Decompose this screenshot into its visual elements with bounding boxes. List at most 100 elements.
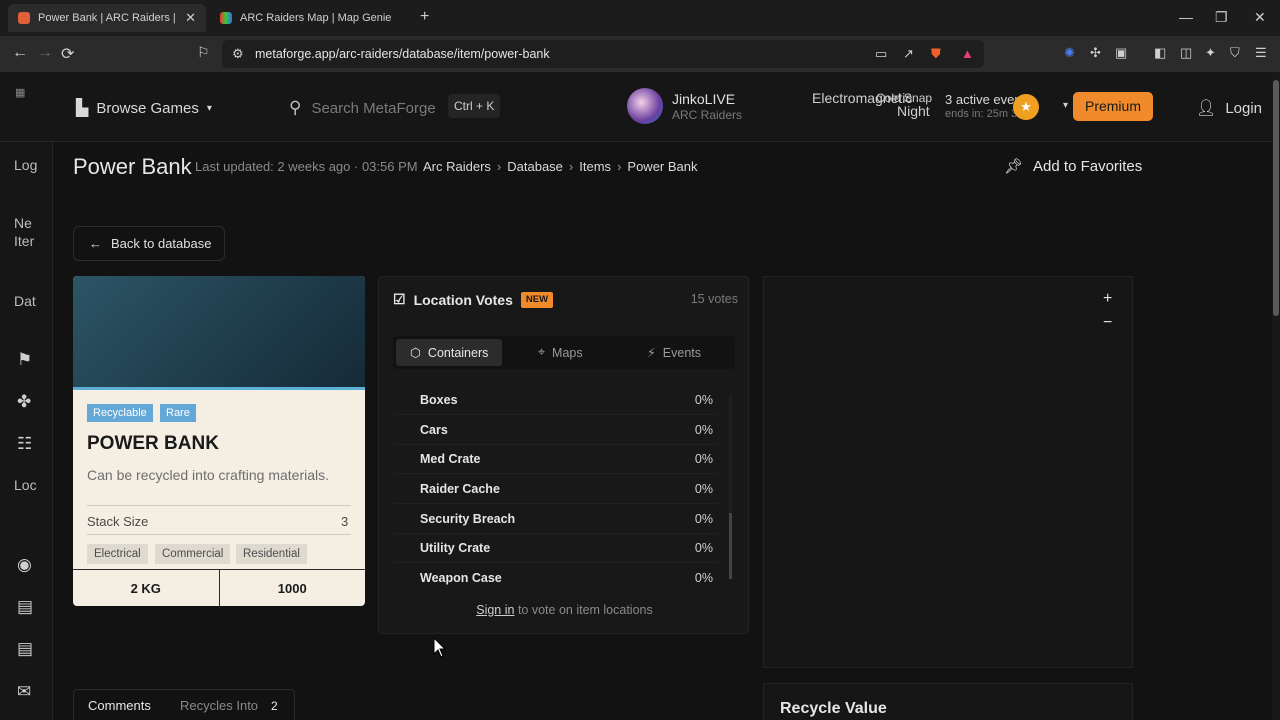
rail-item-log[interactable]: Log (14, 156, 37, 174)
forward-icon[interactable]: → (37, 44, 53, 62)
search-placeholder: Search MetaForge (311, 99, 436, 117)
cast-icon[interactable]: ▭ (875, 46, 887, 62)
sign-in-prompt: Sign in to vote on item locations (379, 603, 750, 617)
item-value: 1000 (218, 570, 366, 606)
bookmark-icon[interactable]: ⚐ (197, 44, 210, 61)
tab-comments[interactable]: Comments (88, 698, 151, 713)
tab-maps[interactable]: ⌖ Maps (524, 339, 597, 366)
container-pct: 0% (694, 571, 713, 585)
container-name: Raider Cache (420, 482, 500, 496)
rail-item-loot[interactable]: Loc (14, 476, 37, 494)
arrow-left-icon: ← (89, 236, 102, 251)
map-panel[interactable]: + − (763, 276, 1133, 668)
zoom-in-button[interactable]: + (1103, 290, 1112, 308)
item-description: Can be recycled into crafting materials. (87, 467, 329, 483)
map-icon[interactable]: ⚑ (17, 350, 32, 370)
chevron-down-icon: ▾ (206, 102, 212, 114)
stack-size-value: 3 (341, 514, 349, 529)
star-icon[interactable]: ★ (1013, 94, 1039, 120)
events-dropdown-icon[interactable]: ▾ (1063, 100, 1068, 111)
item-weight: 2 KG (130, 581, 161, 596)
reader-mode-icon[interactable]: ▣ (1115, 45, 1127, 61)
sidebar-icon[interactable]: ◧ (1154, 45, 1166, 61)
rewards-icon[interactable]: ▲ (961, 46, 974, 61)
search-icon: ⚲ (289, 98, 302, 117)
streamer-name[interactable]: JinkoLIVE (672, 91, 735, 107)
notes-icon[interactable]: ▤ (17, 639, 33, 659)
list-item: Boxes 0% (420, 393, 713, 407)
container-name: Utility Crate (420, 541, 491, 555)
container-name: Med Crate (420, 452, 481, 466)
tab-map-genie[interactable]: ARC Raiders Map | Map Genie (210, 4, 410, 32)
checklist-icon[interactable]: ☷ (17, 434, 32, 454)
location-votes-title: Location Votes (413, 291, 513, 308)
url-bar[interactable]: ⚙ metaforge.app/arc-raiders/database/ite… (222, 40, 984, 68)
share-icon[interactable]: ↗ (903, 46, 914, 62)
tab-power-bank[interactable]: Power Bank | ARC Raiders | MetaForge ✕ (8, 4, 206, 32)
page-scrollbar-thumb[interactable] (1273, 80, 1279, 316)
discord-icon[interactable]: ◉ (17, 555, 32, 575)
item-image (73, 276, 365, 390)
wallet-icon[interactable]: ◫ (1180, 45, 1192, 61)
divider (87, 534, 351, 535)
back-label: Back to database (111, 236, 212, 251)
divider (393, 414, 719, 415)
tab-containers[interactable]: ⬡ Containers (396, 339, 503, 366)
tab-recycles-into[interactable]: Recycles Into (180, 698, 258, 713)
login-label: Login (1225, 99, 1263, 117)
tab-close-icon[interactable]: ✕ (185, 10, 196, 26)
sign-in-link[interactable]: Sign in (476, 603, 514, 617)
tag-electrical[interactable]: Electrical (87, 544, 148, 564)
stack-size-label: Stack Size (87, 514, 149, 529)
back-to-database-button[interactable]: ← Back to database (73, 226, 225, 261)
tag-commercial[interactable]: Commercial (155, 544, 231, 564)
url-text[interactable]: metaforge.app/arc-raiders/database/item/… (255, 47, 550, 61)
badge-rare: Rare (160, 404, 196, 422)
breadcrumb-items[interactable]: Items (579, 159, 611, 174)
window-close-icon[interactable]: ✕ (1254, 9, 1266, 26)
menu-icon[interactable]: ☰ (1255, 45, 1267, 61)
list-item: Cars 0% (420, 423, 713, 437)
leo-ai-icon[interactable]: ✦ (1205, 45, 1216, 61)
vote-icon: ☑ (393, 291, 406, 307)
puzzle-extensions-icon[interactable]: ✣ (1090, 45, 1101, 61)
container-pct: 0% (694, 393, 713, 407)
premium-button[interactable]: Premium (1073, 92, 1153, 121)
new-tab-button[interactable]: + (420, 8, 429, 26)
list-item: Raider Cache 0% (420, 482, 713, 496)
search-bar[interactable]: ⚲ Search MetaForge (289, 98, 436, 118)
breadcrumb-database[interactable]: Database (507, 159, 563, 174)
extension-icon[interactable]: ✺ (1064, 45, 1075, 61)
document-icon[interactable]: ▤ (17, 597, 33, 617)
recycle-value-panel: Recycle Value (763, 683, 1133, 720)
item-name: POWER BANK (87, 433, 219, 454)
mail-icon[interactable]: ✉ (17, 682, 31, 702)
zoom-out-button[interactable]: − (1103, 314, 1112, 332)
minimize-icon[interactable]: — (1179, 9, 1193, 25)
list-item: Utility Crate 0% (420, 541, 713, 555)
tag-residential[interactable]: Residential (236, 544, 307, 564)
add-to-favorites-button[interactable]: 📌︎ Add to Favorites (1004, 157, 1142, 176)
logo-broken-image-icon[interactable]: ▦ (15, 86, 25, 99)
back-icon[interactable]: ← (12, 44, 28, 62)
breadcrumb-arc-raiders[interactable]: Arc Raiders (423, 159, 491, 174)
tab-events[interactable]: ⚡︎ Events (633, 339, 715, 366)
site-info-icon[interactable]: ⚙ (232, 46, 244, 62)
container-name: Security Breach (420, 512, 516, 526)
brave-shield-icon[interactable]: ⛊ (931, 46, 941, 62)
rail-item-new-items[interactable]: Ne Iter (14, 214, 34, 250)
list-scrollbar-thumb[interactable] (729, 513, 732, 579)
container-name: Boxes (420, 393, 458, 407)
chicken-icon[interactable]: ✤ (17, 392, 31, 412)
reload-icon[interactable]: ⟳ (61, 44, 74, 64)
browse-games-label: Browse Games (96, 99, 199, 117)
maximize-icon[interactable]: ❐ (1215, 9, 1228, 26)
browse-games-button[interactable]: ▙ Browse Games ▾ (76, 98, 212, 118)
tab-maps-label: Maps (552, 345, 583, 360)
login-button[interactable]: 👤︎ Login (1196, 98, 1262, 118)
breadcrumb-power-bank[interactable]: Power Bank (627, 159, 697, 174)
recycle-value-title: Recycle Value (780, 700, 887, 717)
vpn-icon[interactable]: ⛉ (1230, 45, 1240, 61)
streamer-avatar[interactable] (627, 88, 663, 124)
rail-item-database[interactable]: Dat (14, 292, 36, 310)
